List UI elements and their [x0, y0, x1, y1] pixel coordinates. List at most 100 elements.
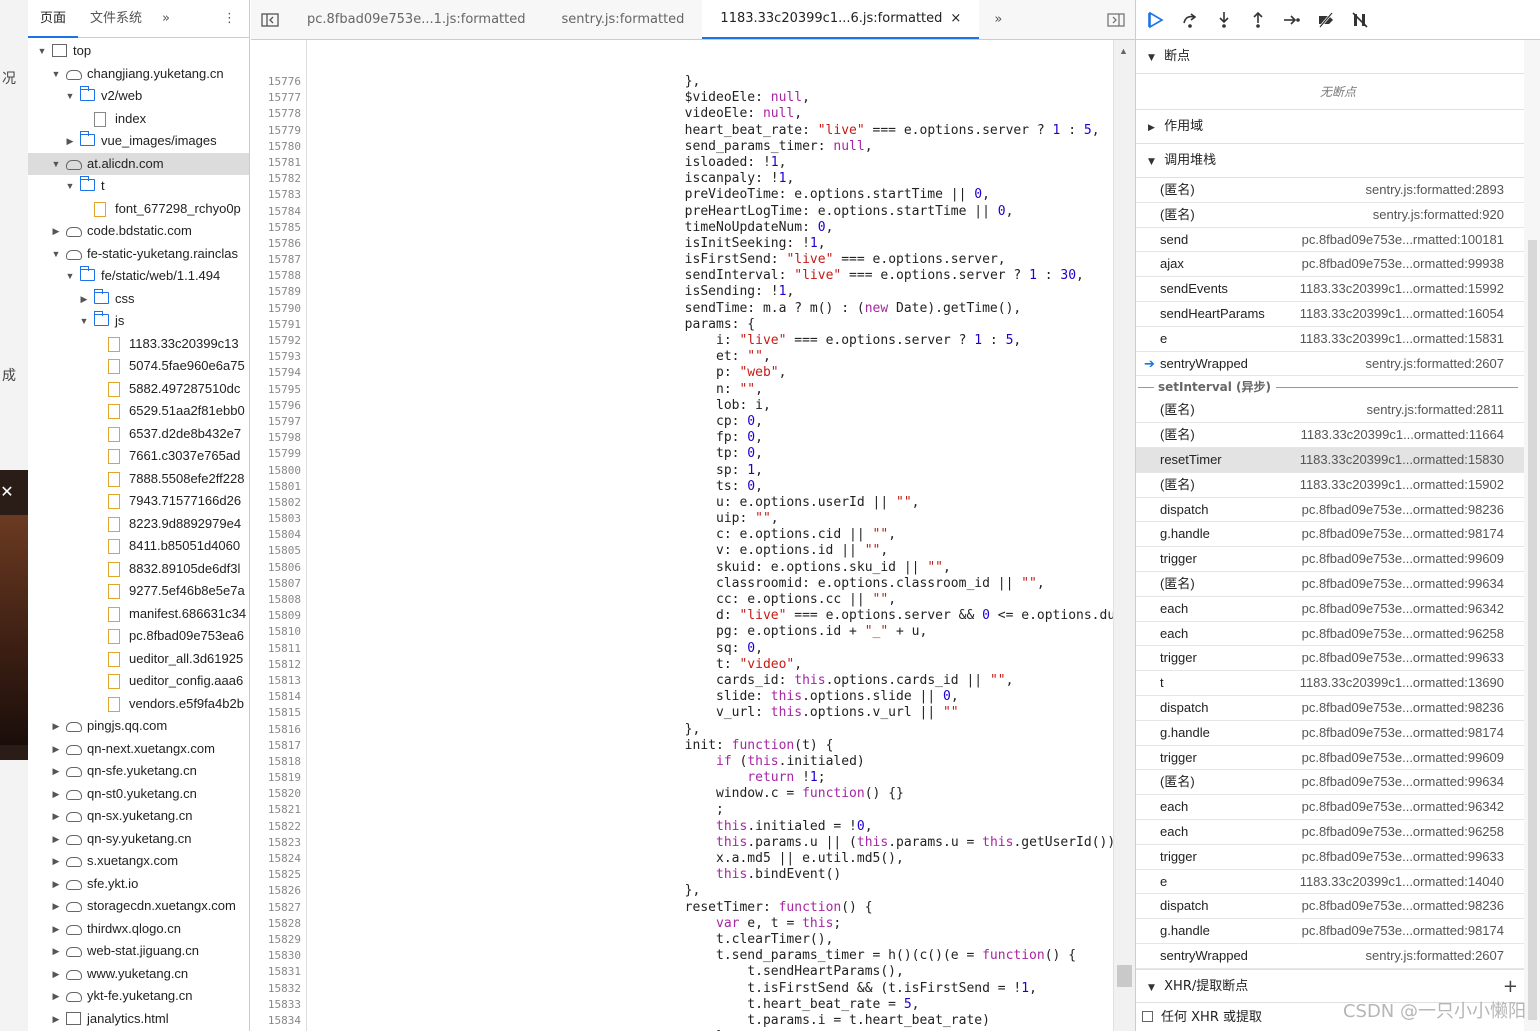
line-number[interactable]: 15815: [251, 705, 301, 721]
tree-item[interactable]: ▶ qn-sy.yuketang.cn: [28, 828, 249, 851]
step-over-icon[interactable]: [1180, 10, 1200, 30]
line-number[interactable]: 15801: [251, 479, 301, 495]
code-line[interactable]: isSending: !1,: [309, 284, 1113, 300]
code-line[interactable]: x.a.md5 || e.util.md5(),: [309, 851, 1113, 867]
line-number[interactable]: 15831: [251, 964, 301, 980]
line-number[interactable]: 15806: [251, 560, 301, 576]
line-number[interactable]: 15824: [251, 851, 301, 867]
code-line[interactable]: this.bindEvent(): [309, 867, 1113, 883]
code-line[interactable]: t.send_params_timer = h()(c()(e = functi…: [309, 948, 1113, 964]
call-frame[interactable]: each pc.8fbad09e753e...ormatted:96342: [1136, 795, 1524, 820]
tree-item[interactable]: ▶ thirdwx.qlogo.cn: [28, 918, 249, 941]
code-line[interactable]: },: [309, 722, 1113, 738]
call-frame[interactable]: dispatch pc.8fbad09e753e...ormatted:98236: [1136, 498, 1524, 523]
code-line[interactable]: i: "live" === e.options.server ? 1 : 5,: [309, 333, 1113, 349]
code-line[interactable]: t.isFirstSend && (t.isFirstSend = !1,: [309, 981, 1113, 997]
code-line[interactable]: },: [309, 883, 1113, 899]
collapsed-triangle-icon[interactable]: ▶: [50, 963, 62, 986]
tree-item[interactable]: ▶ www.yuketang.cn: [28, 963, 249, 986]
code-line[interactable]: skuid: e.options.sku_id || "",: [309, 560, 1113, 576]
call-frame-location[interactable]: pc.8fbad09e753e...ormatted:99633: [1302, 646, 1504, 671]
collapsed-triangle-icon[interactable]: ▶: [64, 130, 76, 153]
call-frame-location[interactable]: 1183.33c20399c1...ormatted:15830: [1300, 448, 1504, 473]
toggle-navigator-icon[interactable]: [251, 0, 289, 39]
tree-item[interactable]: ▶ s.xuetangx.com: [28, 850, 249, 873]
tree-item[interactable]: ▶ qn-sfe.yuketang.cn: [28, 760, 249, 783]
code-line[interactable]: t.params.i = t.heart_beat_rate): [309, 1013, 1113, 1029]
line-number[interactable]: 15811: [251, 641, 301, 657]
collapsed-triangle-icon[interactable]: ▶: [50, 738, 62, 761]
code-line[interactable]: timeNoUpdateNum: 0,: [309, 220, 1113, 236]
call-frame[interactable]: (匿名) sentry.js:formatted:2893: [1136, 178, 1524, 203]
call-frame-location[interactable]: 1183.33c20399c1...ormatted:16054: [1300, 302, 1504, 327]
tree-item[interactable]: 7888.5508efe2ff228: [28, 468, 249, 491]
code-line[interactable]: lob: i,: [309, 398, 1113, 414]
editor-tab-active[interactable]: 1183.33c20399c1...6.js:formatted ×: [702, 0, 980, 39]
code-line[interactable]: params: {: [309, 317, 1113, 333]
line-number[interactable]: 15797: [251, 414, 301, 430]
line-number[interactable]: 15793: [251, 349, 301, 365]
call-frame-location[interactable]: pc.8fbad09e753e...ormatted:99633: [1302, 845, 1504, 870]
code-line[interactable]: this.params.u || (this.params.u = this.g…: [309, 835, 1113, 851]
call-frame-location[interactable]: sentry.js:formatted:2607: [1366, 352, 1505, 377]
line-number[interactable]: 15834: [251, 1013, 301, 1029]
call-frame-location[interactable]: pc.8fbad09e753e...ormatted:96342: [1302, 597, 1504, 622]
editor-tab[interactable]: pc.8fbad09e753e...1.js:formatted: [289, 0, 544, 39]
line-number[interactable]: 15814: [251, 689, 301, 705]
call-frame-location[interactable]: sentry.js:formatted:920: [1373, 203, 1504, 228]
tree-item[interactable]: pc.8fbad09e753ea6: [28, 625, 249, 648]
call-frame[interactable]: sendHeartParams 1183.33c20399c1...ormatte…: [1136, 302, 1524, 327]
tree-item[interactable]: 6529.51aa2f81ebb0: [28, 400, 249, 423]
line-number[interactable]: 15804: [251, 527, 301, 543]
call-frame-location[interactable]: pc.8fbad09e753e...ormatted:99634: [1302, 572, 1504, 597]
call-frame[interactable]: sendEvents 1183.33c20399c1...ormatted:159…: [1136, 277, 1524, 302]
code-line[interactable]: this.initialed = !0,: [309, 819, 1113, 835]
code-line[interactable]: cp: 0,: [309, 414, 1113, 430]
tree-item[interactable]: ▶ css: [28, 288, 249, 311]
tree-item[interactable]: ▶ qn-next.xuetangx.com: [28, 738, 249, 761]
call-frame[interactable]: g.handle pc.8fbad09e753e...ormatted:98174: [1136, 721, 1524, 746]
tree-item[interactable]: ▶ qn-st0.yuketang.cn: [28, 783, 249, 806]
call-frame[interactable]: trigger pc.8fbad09e753e...ormatted:99609: [1136, 547, 1524, 572]
code-line[interactable]: p: "web",: [309, 365, 1113, 381]
tree-item[interactable]: 5074.5fae960e6a75: [28, 355, 249, 378]
call-frame-location[interactable]: pc.8fbad09e753e...ormatted:99609: [1302, 547, 1504, 572]
line-number[interactable]: 15812: [251, 657, 301, 673]
code-line[interactable]: preHeartLogTime: e.options.startTime || …: [309, 204, 1113, 220]
call-frame-location[interactable]: pc.8fbad09e753e...ormatted:99938: [1302, 252, 1504, 277]
expanded-triangle-icon[interactable]: ▼: [64, 175, 76, 198]
deactivate-breakpoints-icon[interactable]: [1316, 10, 1336, 30]
line-number[interactable]: 15817: [251, 738, 301, 754]
line-number[interactable]: 15776: [251, 74, 301, 90]
call-frame[interactable]: (匿名) sentry.js:formatted:2811: [1136, 398, 1524, 424]
line-number[interactable]: 15787: [251, 252, 301, 268]
line-number[interactable]: 15818: [251, 754, 301, 770]
debugger-scrollbar[interactable]: [1524, 40, 1540, 1031]
editor-scrollbar[interactable]: ▲: [1113, 40, 1135, 1031]
code-line[interactable]: isInitSeeking: !1,: [309, 236, 1113, 252]
code-line[interactable]: heart_beat_rate: "live" === e.options.se…: [309, 123, 1113, 139]
call-frame[interactable]: g.handle pc.8fbad09e753e...ormatted:98174: [1136, 522, 1524, 548]
code-line[interactable]: if (this.initialed): [309, 754, 1113, 770]
line-number[interactable]: 15819: [251, 770, 301, 786]
call-frame-location[interactable]: 1183.33c20399c1...ormatted:15902: [1300, 473, 1504, 498]
code-line[interactable]: classroomid: e.options.classroom_id || "…: [309, 576, 1113, 592]
expanded-triangle-icon[interactable]: ▼: [78, 310, 90, 333]
breakpoints-section-header[interactable]: ▼ 断点: [1136, 40, 1540, 74]
code-line[interactable]: resetTimer: function() {: [309, 900, 1113, 916]
code-line[interactable]: sendTime: m.a ? m() : (new Date).getTime…: [309, 301, 1113, 317]
code-line[interactable]: send_params_timer: null,: [309, 139, 1113, 155]
call-frame-location[interactable]: pc.8fbad09e753e...ormatted:98174: [1302, 721, 1504, 746]
call-frame-location[interactable]: 1183.33c20399c1...ormatted:13690: [1300, 671, 1504, 696]
collapsed-triangle-icon[interactable]: ▶: [50, 850, 62, 873]
call-frame-location[interactable]: pc.8fbad09e753e...ormatted:99634: [1302, 770, 1504, 795]
line-number[interactable]: 15791: [251, 317, 301, 333]
collapsed-triangle-icon[interactable]: ▶: [50, 918, 62, 941]
call-frame-location[interactable]: 1183.33c20399c1...ormatted:15992: [1300, 277, 1504, 302]
code-line[interactable]: sq: 0,: [309, 641, 1113, 657]
code-line[interactable]: pg: e.options.id + "_" + u,: [309, 624, 1113, 640]
tree-item[interactable]: ▶ ykt-fe.yuketang.cn: [28, 985, 249, 1008]
line-number[interactable]: 15832: [251, 981, 301, 997]
tree-item[interactable]: ▶ code.bdstatic.com: [28, 220, 249, 243]
collapsed-triangle-icon[interactable]: ▶: [50, 715, 62, 738]
